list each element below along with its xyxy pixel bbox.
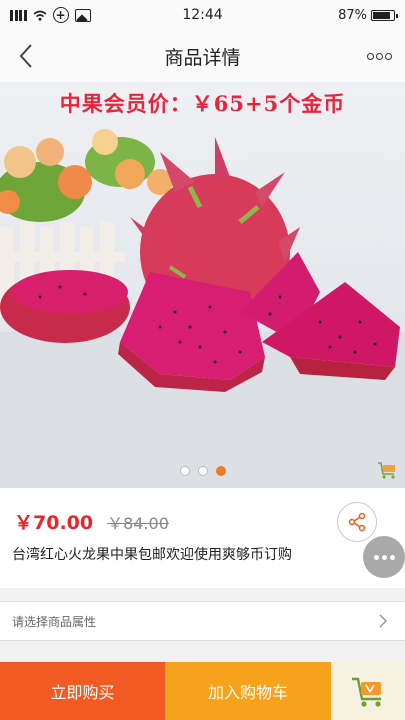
add-circle-icon: +: [52, 7, 69, 23]
signal-icon: [10, 9, 27, 21]
back-arrow-icon: [19, 44, 32, 68]
dragon-fruit-image: [0, 129, 405, 488]
cart-button[interactable]: [331, 662, 405, 720]
share-icon: [348, 512, 366, 532]
page-title: 商品详情: [164, 46, 241, 69]
nav-bar: 商品详情: [0, 30, 405, 82]
status-bar: + 12:44 87%: [0, 0, 405, 30]
product-name: 台湾红心火龙果中果包邮欢迎使用爽够币订购: [12, 547, 292, 563]
select-attributes-row[interactable]: 请选择商品属性: [0, 601, 405, 641]
floating-more-button[interactable]: [363, 536, 405, 578]
image-icon: [74, 8, 91, 22]
carousel-indicator: [0, 466, 405, 476]
shopping-cart-logo-icon: [378, 462, 395, 479]
status-icons-right: 87%: [245, 7, 398, 23]
more-dots-icon: [373, 554, 379, 560]
battery-percent: 87%: [338, 7, 367, 23]
battery-icon: [371, 9, 398, 21]
wifi-icon: [32, 10, 47, 21]
product-image-carousel[interactable]: 中果会员价：￥65+5个金币: [0, 82, 405, 488]
price-row: ￥70.00 ￥84.00: [14, 508, 169, 535]
shopping-cart-logo-icon: [352, 677, 381, 707]
carousel-dot[interactable]: [179, 466, 190, 476]
share-button[interactable]: [337, 502, 377, 542]
buy-now-button[interactable]: 立即购买: [0, 662, 165, 720]
bottom-action-bar: 立即购买 加入购物车: [0, 662, 405, 720]
add-to-cart-button[interactable]: 加入购物车: [165, 662, 331, 720]
more-button[interactable]: [353, 30, 405, 82]
original-price: ￥84.00: [107, 514, 169, 533]
carousel-dot[interactable]: [197, 466, 208, 476]
status-icons-left: +: [10, 7, 160, 23]
current-price: ￥70.00: [14, 512, 94, 534]
back-button[interactable]: [0, 30, 52, 82]
product-detail-page: + 12:44 87% 商品详情 中果会员价：￥65+5个金币 ￥70.00 ￥…: [0, 0, 405, 720]
carousel-dot-active[interactable]: [215, 466, 226, 476]
member-price-banner: 中果会员价：￥65+5个金币: [59, 91, 346, 116]
select-attributes-label: 请选择商品属性: [12, 614, 97, 629]
status-time: 12:44: [182, 7, 223, 23]
more-icon: [366, 52, 374, 60]
chevron-right-icon: [373, 611, 393, 631]
product-info: ￥70.00 ￥84.00 台湾红心火龙果中果包邮欢迎使用爽够币订购: [0, 488, 405, 588]
